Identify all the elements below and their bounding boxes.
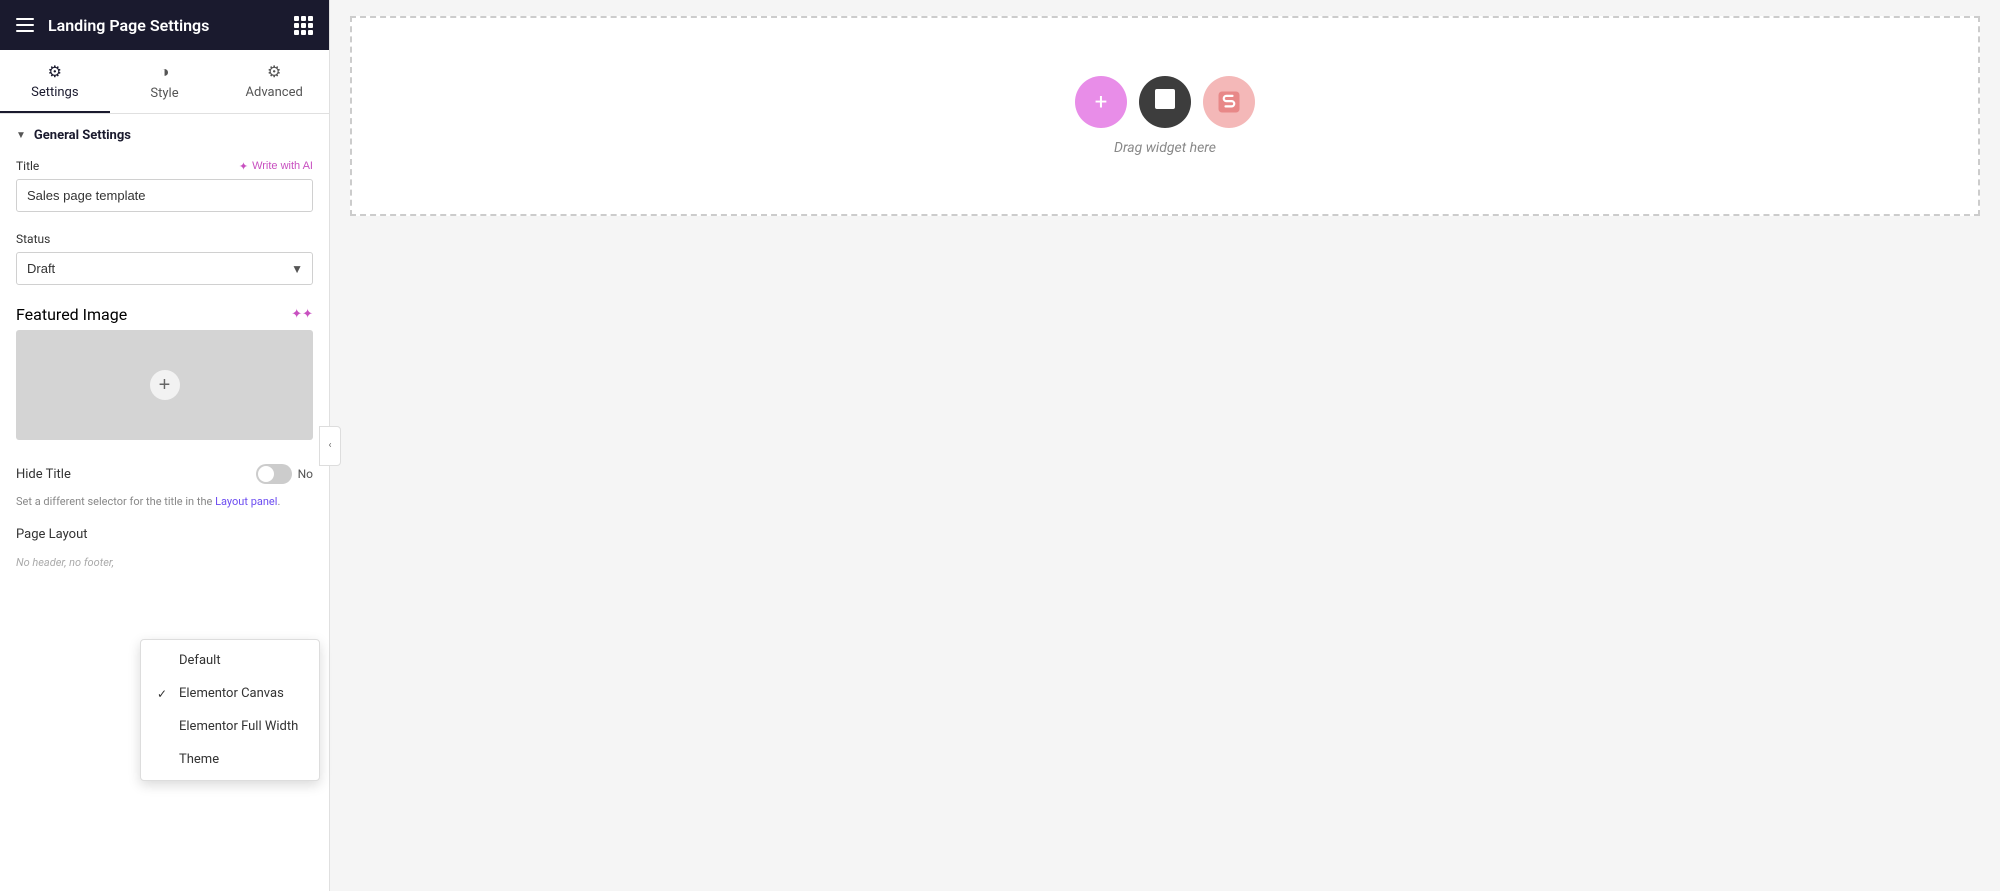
status-select-wrapper: Draft Published Private ▼ <box>16 252 313 285</box>
check-elementor-canvas: ✓ <box>157 687 171 701</box>
sidebar: Landing Page Settings ⚙ Settings ◑ Style… <box>0 0 330 891</box>
plus-icon: + <box>1095 90 1107 115</box>
drag-widget-text: Drag widget here <box>1114 140 1216 156</box>
advanced-icon: ⚙ <box>267 62 281 81</box>
collapse-arrow-icon: ‹ <box>328 440 331 451</box>
grid-icon[interactable] <box>294 16 313 35</box>
dropdown-default-label: Default <box>179 653 221 668</box>
hint-suffix: . <box>277 495 280 508</box>
hide-title-label: Hide Title <box>16 467 71 482</box>
canvas-drop-zone[interactable]: + Drag widget <box>350 16 1980 216</box>
title-input[interactable] <box>16 179 313 212</box>
featured-image-group: Featured Image ✦✦ + <box>0 299 329 454</box>
hide-title-toggle-wrapper: No <box>256 464 313 484</box>
tab-advanced[interactable]: ⚙ Advanced <box>219 50 329 113</box>
write-ai-icon: ✦ <box>239 160 248 173</box>
add-image-button[interactable]: + <box>150 370 180 400</box>
title-label-row: Title ✦ Write with AI <box>16 159 313 173</box>
folder-widget-button[interactable] <box>1139 76 1191 128</box>
tab-settings[interactable]: ⚙ Settings <box>0 50 110 113</box>
page-title: Landing Page Settings <box>48 16 209 35</box>
status-label: Status <box>16 232 50 246</box>
tabs-bar: ⚙ Settings ◑ Style ⚙ Advanced <box>0 50 329 114</box>
dropdown-elementor-full-width-label: Elementor Full Width <box>179 719 298 734</box>
tab-style-label: Style <box>150 86 178 101</box>
featured-image-label: Featured Image <box>16 305 127 324</box>
s-widget-button[interactable] <box>1203 76 1255 128</box>
write-ai-label: Write with AI <box>252 160 313 172</box>
canvas-inner: + Drag widget <box>1035 36 1295 196</box>
status-label-row: Status <box>16 232 313 246</box>
add-widget-button[interactable]: + <box>1075 76 1127 128</box>
section-general-settings[interactable]: ▼ General Settings <box>0 114 329 153</box>
collapse-handle[interactable]: ‹ <box>319 426 341 466</box>
s-icon <box>1215 88 1243 116</box>
title-field-group: Title ✦ Write with AI <box>0 153 329 226</box>
page-layout-label: Page Layout <box>16 527 313 542</box>
main-canvas-area: + Drag widget <box>330 0 2000 891</box>
status-field-group: Status Draft Published Private ▼ <box>0 226 329 299</box>
check-default <box>157 654 171 668</box>
footer-hint: No header, no footer, <box>0 552 329 579</box>
hint-text: Set a different selector for the title i… <box>0 494 329 521</box>
featured-image-ai-icon[interactable]: ✦✦ <box>291 307 313 322</box>
status-select[interactable]: Draft Published Private <box>16 252 313 285</box>
settings-icon: ⚙ <box>48 62 62 81</box>
dropdown-elementor-canvas-label: Elementor Canvas <box>179 686 284 701</box>
stop-icon <box>1153 87 1177 117</box>
hint-prefix: Set a different selector for the title i… <box>16 495 215 508</box>
write-ai-button[interactable]: ✦ Write with AI <box>239 160 313 173</box>
tab-style[interactable]: ◑ Style <box>110 50 220 113</box>
header-left: Landing Page Settings <box>16 16 209 35</box>
hide-title-row: Hide Title No <box>0 454 329 494</box>
sidebar-header: Landing Page Settings <box>0 0 329 50</box>
dropdown-item-default[interactable]: Default <box>141 644 319 677</box>
widget-icons-row: + <box>1075 76 1255 128</box>
section-title: General Settings <box>34 128 131 143</box>
tab-settings-label: Settings <box>31 85 78 100</box>
style-icon: ◑ <box>160 62 170 82</box>
hamburger-icon[interactable] <box>16 18 34 32</box>
featured-image-label-row: Featured Image ✦✦ <box>16 305 313 324</box>
title-label: Title <box>16 159 39 173</box>
layout-panel-link[interactable]: Layout panel <box>215 495 277 508</box>
page-layout-dropdown: Default ✓ Elementor Canvas Elementor Ful… <box>140 639 320 781</box>
hide-title-value: No <box>298 467 313 481</box>
dropdown-theme-label: Theme <box>179 752 219 767</box>
hide-title-toggle[interactable] <box>256 464 292 484</box>
dropdown-item-theme[interactable]: Theme <box>141 743 319 776</box>
check-theme <box>157 753 171 767</box>
tab-advanced-label: Advanced <box>246 85 303 100</box>
featured-image-upload[interactable]: + <box>16 330 313 440</box>
check-elementor-full-width <box>157 720 171 734</box>
dropdown-item-elementor-full-width[interactable]: Elementor Full Width <box>141 710 319 743</box>
dropdown-item-elementor-canvas[interactable]: ✓ Elementor Canvas <box>141 677 319 710</box>
section-arrow: ▼ <box>16 130 26 141</box>
page-layout-group: Page Layout <box>0 521 329 552</box>
